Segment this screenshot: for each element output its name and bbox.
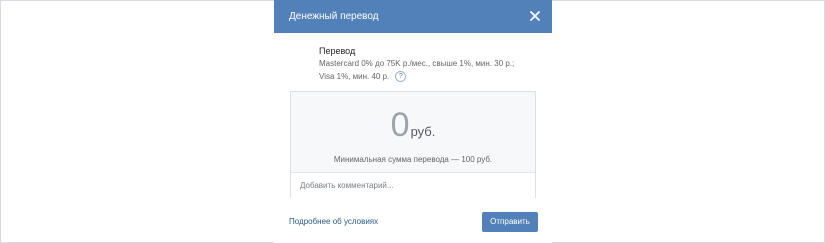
amount-display[interactable]: 0руб. — [291, 105, 535, 145]
question-icon[interactable]: ? — [395, 71, 407, 83]
transfer-fee-visa: Visa 1%, мин. 40 р. — [319, 72, 390, 81]
dialog-header: Денежный перевод — [274, 0, 552, 33]
close-icon[interactable] — [528, 9, 542, 23]
transfer-fee-mastercard: Mastercard 0% до 75K р./мес., свыше 1%, … — [319, 59, 515, 68]
amount-currency: руб. — [410, 124, 436, 139]
money-transfer-dialog: Денежный перевод Перевод Mastercard 0% д… — [274, 0, 552, 243]
comment-field[interactable]: Добавить комментарий... — [291, 173, 535, 198]
minimum-amount-note: Минимальная сумма перевода — 100 руб. — [333, 155, 493, 164]
dialog-title: Денежный перевод — [289, 11, 379, 22]
conditions-link[interactable]: Подробнее об условиях — [289, 217, 378, 226]
transfer-info-title: Перевод — [319, 46, 356, 56]
comment-placeholder: Добавить комментарий... — [300, 181, 394, 190]
amount-value[interactable]: 0 — [391, 106, 410, 144]
amount-box: 0руб. Минимальная сумма перевода — 100 р… — [290, 91, 536, 198]
send-button[interactable]: Отправить — [482, 212, 538, 232]
transfer-info: Перевод Mastercard 0% до 75K р./мес., св… — [319, 45, 549, 83]
transfer-fee-visa-row: Visa 1%, мин. 40 р.? — [319, 70, 549, 83]
